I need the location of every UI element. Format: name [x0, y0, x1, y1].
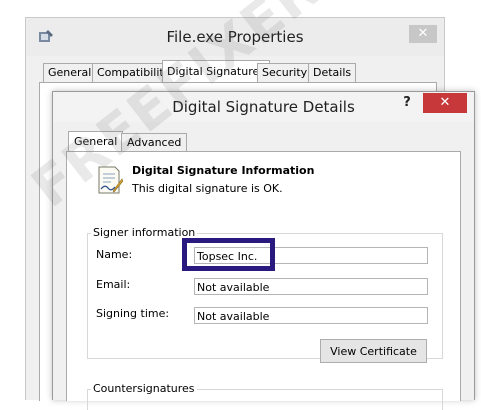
email-label: Email:	[96, 278, 131, 291]
signing-time-label: Signing time:	[96, 307, 170, 320]
dialog-titlebar: Digital Signature Details ? ✕	[53, 92, 474, 122]
dialog-close-button[interactable]: ✕	[423, 93, 467, 113]
view-certificate-button[interactable]: View Certificate	[320, 339, 427, 363]
signature-info-heading: Digital Signature Information	[132, 164, 315, 177]
name-label: Name:	[96, 248, 133, 261]
countersignatures-label: Countersignatures	[91, 382, 197, 395]
help-button[interactable]: ?	[396, 95, 418, 115]
close-button[interactable]: ✕	[409, 25, 437, 43]
tab-advanced[interactable]: Advanced	[121, 133, 188, 152]
window-title: File.exe Properties	[166, 28, 304, 46]
name-highlight-box	[182, 238, 275, 271]
tab-digital-signatures[interactable]: Digital Signatures	[162, 60, 270, 83]
signature-status-text: This digital signature is OK.	[132, 182, 283, 195]
tab-general[interactable]: General	[68, 131, 124, 153]
signature-details-dialog: Digital Signature Details ? ✕ General Ad…	[52, 91, 475, 410]
tab-security[interactable]: Security	[257, 63, 313, 82]
tab-general[interactable]: General	[43, 63, 97, 82]
email-field[interactable]: Not available	[194, 278, 428, 295]
properties-titlebar: File.exe Properties ✕	[26, 18, 444, 56]
tab-details[interactable]: Details	[308, 63, 357, 82]
signing-time-field[interactable]: Not available	[194, 307, 428, 324]
dialog-tab-panel: Digital Signature Information This digit…	[66, 151, 461, 410]
certificate-icon	[98, 166, 123, 194]
